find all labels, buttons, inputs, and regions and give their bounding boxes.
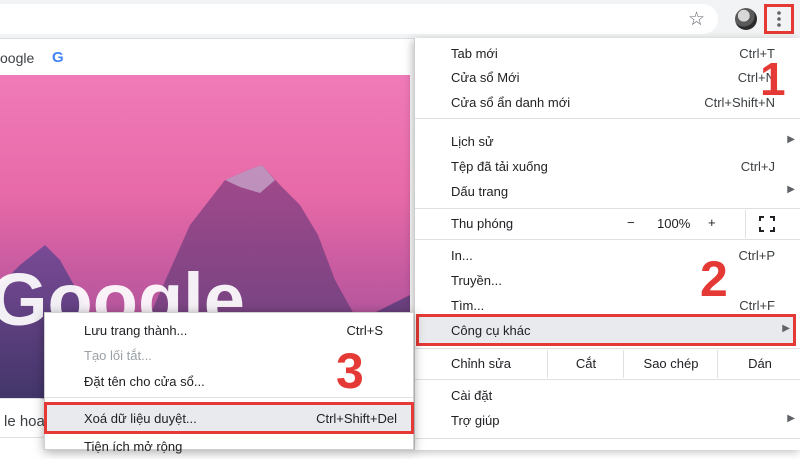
menu-item-print[interactable]: In... Ctrl+P — [415, 244, 800, 268]
menu-item-label: Tab mới — [451, 46, 498, 61]
copy-button[interactable]: Sao chép — [623, 350, 718, 378]
menu-item-shortcut: Ctrl+J — [740, 159, 775, 174]
fullscreen-glyph — [759, 216, 775, 232]
cut-button[interactable]: Cắt — [547, 350, 624, 378]
zoom-out-button[interactable]: − — [627, 215, 635, 230]
menu-item-settings[interactable]: Cài đặt — [415, 384, 800, 408]
step-3-annotation: 3 — [336, 343, 364, 399]
submenu-arrow-icon: ▶ — [787, 134, 795, 145]
bookmark-star-icon[interactable]: ☆ — [688, 8, 705, 30]
menu-item-new-window[interactable]: Cửa sổ Mới Ctrl+N — [415, 66, 800, 90]
ntp-link-google[interactable]: oogle — [0, 50, 34, 66]
submenu-item-extensions[interactable]: Tiện ích mở rộng — [45, 433, 413, 459]
menu-divider — [415, 438, 800, 439]
submenu-item-label: Lưu trang thành... — [84, 323, 188, 338]
paste-button[interactable]: Dán — [717, 350, 800, 378]
menu-item-label: Cài đặt — [451, 388, 493, 403]
submenu-item-label: Tạo lối tắt... — [84, 348, 152, 363]
menu-divider — [415, 208, 800, 209]
step-2-annotation: 2 — [700, 251, 728, 307]
submenu-arrow-icon: ▶ — [782, 323, 790, 334]
submenu-arrow-icon: ▶ — [787, 413, 795, 424]
menu-item-more-tools[interactable]: Công cụ khác ▶ — [416, 314, 796, 346]
menu-item-help[interactable]: Trợ giúp ▶ — [415, 409, 800, 433]
chrome-menu-button[interactable] — [764, 4, 794, 34]
submenu-item-label: Xoá dữ liệu duyệt... — [84, 411, 197, 426]
chrome-main-menu: Tab mới Ctrl+T Cửa sổ Mới Ctrl+N Cửa sổ … — [414, 38, 800, 450]
edit-label: Chỉnh sửa — [451, 356, 512, 371]
menu-zoom-row: Thu phóng − 100% + — [415, 210, 800, 238]
zoom-level: 100% — [657, 216, 691, 231]
menu-divider — [415, 239, 800, 240]
menu-item-label: Trợ giúp — [451, 413, 500, 428]
address-bar[interactable] — [0, 4, 718, 34]
zoom-in-button[interactable]: + — [708, 215, 716, 230]
submenu-arrow-icon: ▶ — [787, 184, 795, 195]
menu-item-label: Cửa sổ ẩn danh mới — [451, 95, 571, 110]
menu-item-label: Truyền... — [451, 273, 502, 288]
menu-item-history[interactable]: Lịch sử ▶ — [415, 130, 800, 154]
menu-item-shortcut: Ctrl+F — [739, 298, 775, 313]
menu-item-bookmarks[interactable]: Dấu trang ▶ — [415, 180, 800, 204]
submenu-item-clear-browsing-data[interactable]: Xoá dữ liệu duyệt... Ctrl+Shift+Del — [44, 402, 414, 434]
browser-toolbar: ☆ — [0, 0, 800, 39]
menu-item-label: Công cụ khác — [451, 323, 531, 338]
menu-item-label: Cửa sổ Mới — [451, 70, 520, 85]
google-g-icon[interactable]: G — [52, 49, 64, 66]
menu-item-shortcut: Ctrl+P — [738, 248, 775, 263]
menu-item-label: In... — [451, 248, 473, 263]
menu-item-incognito-window[interactable]: Cửa sổ ẩn danh mới Ctrl+Shift+N — [415, 91, 800, 115]
menu-divider — [415, 348, 800, 349]
menu-item-downloads[interactable]: Tệp đã tải xuống Ctrl+J — [415, 155, 800, 179]
menu-item-label: Tệp đã tải xuống — [451, 159, 548, 174]
submenu-item-save-page[interactable]: Lưu trang thành... Ctrl+S — [45, 317, 413, 343]
menu-item-cast[interactable]: Truyền... — [415, 269, 800, 293]
profile-avatar[interactable] — [735, 8, 757, 30]
zoom-label: Thu phóng — [451, 216, 514, 231]
fullscreen-icon[interactable] — [759, 216, 775, 235]
menu-item-new-tab[interactable]: Tab mới Ctrl+T — [415, 42, 800, 66]
submenu-item-shortcut: Ctrl+S — [346, 323, 383, 338]
menu-item-label: Dấu trang — [451, 184, 509, 199]
step-1-annotation: 1 — [760, 53, 786, 105]
menu-divider — [415, 379, 800, 380]
menu-item-label: Tìm... — [451, 298, 485, 313]
submenu-item-label: Tiện ích mở rộng — [84, 439, 183, 454]
more-vert-icon — [777, 11, 781, 27]
submenu-item-label: Đặt tên cho cửa sổ... — [84, 374, 205, 389]
menu-item-label: Lịch sử — [451, 134, 494, 149]
menu-divider — [415, 118, 800, 119]
zoom-divider — [745, 210, 746, 238]
submenu-item-shortcut: Ctrl+Shift+Del — [316, 411, 397, 426]
menu-edit-row: Chỉnh sửa Cắt Sao chép Dán — [415, 350, 800, 378]
